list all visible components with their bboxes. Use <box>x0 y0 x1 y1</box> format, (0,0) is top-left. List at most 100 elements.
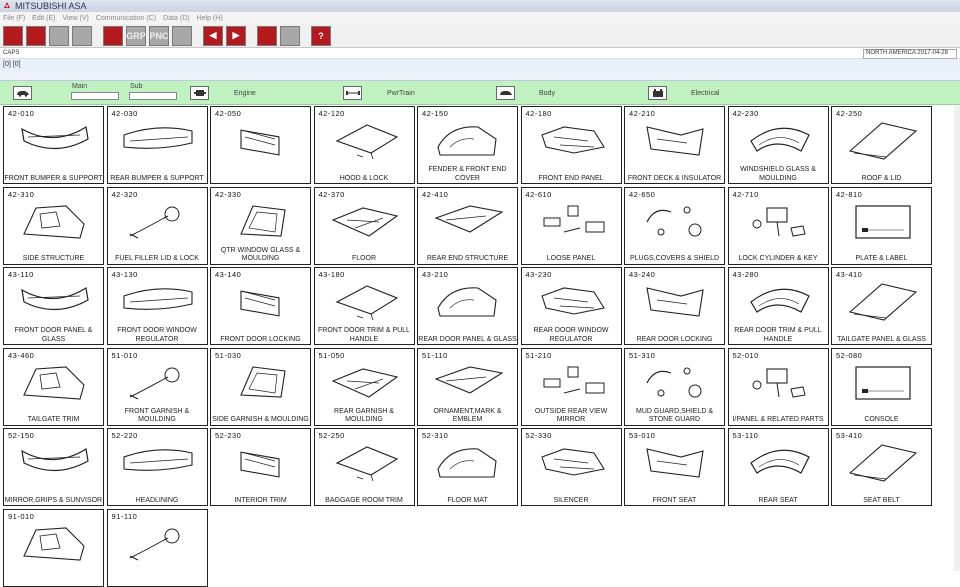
part-tile-43-410[interactable]: 43-410 TAILGATE PANEL & GLASS <box>831 267 932 345</box>
electrical-label[interactable]: Electrical <box>691 90 719 97</box>
drivetrain-icon <box>345 91 360 95</box>
part-tile-42-120[interactable]: 42-120 HOOD & LOCK <box>313 106 415 184</box>
electrical-button[interactable] <box>648 86 667 100</box>
part-illustration <box>646 367 702 397</box>
part-tile-42-310[interactable]: 42-310 SIDE STRUCTURE <box>3 186 104 265</box>
part-tile-91-010[interactable]: 91-010 <box>3 508 104 587</box>
part-label: FRONT GARNISH & MOULDING <box>124 407 190 424</box>
part-tile-42-250[interactable]: 42-250 ROOF & LID <box>831 106 932 184</box>
menu-view[interactable]: View (V) <box>63 15 89 22</box>
part-tile-42-410[interactable]: 42-410 REAR END STRUCTURE <box>417 186 518 265</box>
part-tile-42-810[interactable]: 42-810 PLATE & LABEL <box>831 186 932 265</box>
tool-button[interactable] <box>280 25 300 46</box>
part-tile-53-410[interactable]: 53-410 SEAT BELT <box>831 428 932 506</box>
part-tile-51-010[interactable]: 51-010 FRONT GARNISH & MOULDING <box>106 347 208 426</box>
print-button[interactable] <box>26 25 46 46</box>
caps-indicator: CAPS <box>3 50 20 56</box>
part-tile-51-110[interactable]: 51-110 ORNAMENT,MARK & EMBLEM <box>417 347 518 426</box>
part-illustration <box>540 287 605 315</box>
part-tile-52-250[interactable]: 52-250 BAGGAGE ROOM TRIM <box>313 428 415 506</box>
part-tile-51-050[interactable]: 51-050 REAR GARNISH & MOULDING <box>313 347 415 426</box>
part-illustration <box>129 206 179 238</box>
part-illustration <box>540 448 605 476</box>
part-tile-43-130[interactable]: 43-130 FRONT DOOR WINDOW REGULATOR <box>106 267 208 345</box>
part-tile-43-280[interactable]: 43-280 REAR DOOR TRIM & PULL HANDLE <box>727 267 829 345</box>
part-tile-43-210[interactable]: 43-210 REAR DOOR PANEL & GLASS <box>417 267 518 345</box>
part-tile-52-010[interactable]: 52-010 I/PANEL & RELATED PARTS <box>727 347 829 426</box>
pwrtrain-label[interactable]: PwrTrain <box>387 90 415 97</box>
engine-label[interactable]: Engine <box>234 90 256 97</box>
menu-data[interactable]: Data (D) <box>163 15 189 22</box>
part-tile-52-080[interactable]: 52-080 CONSOLE <box>831 347 932 426</box>
part-label: REAR END STRUCTURE <box>426 255 509 262</box>
part-tile-51-030[interactable]: 51-030 SIDE GARNISH & MOULDING <box>210 347 311 426</box>
part-tile-52-230[interactable]: 52-230 INTERIOR TRIM <box>210 428 311 506</box>
part-tile-91-110[interactable]: 91-110 <box>106 508 208 587</box>
part-tile-43-140[interactable]: 43-140 FRONT DOOR LOCKING <box>210 267 311 345</box>
pwrtrain-button[interactable] <box>343 86 362 100</box>
part-tile-43-110[interactable]: 43-110 FRONT DOOR PANEL & GLASS <box>3 267 104 345</box>
help-button[interactable]: ? <box>311 25 331 46</box>
part-tile-43-230[interactable]: 43-230 REAR DOOR WINDOW REGULATOR <box>520 267 622 345</box>
part-tile-52-150[interactable]: 52-150 MIRROR,GRIPS & SUNVISOR <box>3 428 104 506</box>
part-illustration <box>21 448 89 472</box>
pnc-button[interactable]: PNC <box>149 25 169 46</box>
vehicle-icon-button[interactable] <box>13 86 32 100</box>
grp-button[interactable]: GRP <box>126 25 146 46</box>
part-tile-43-240[interactable]: 43-240 REAR DOOR LOCKING <box>624 267 725 345</box>
copy-button[interactable] <box>49 25 69 46</box>
sub-field[interactable] <box>129 92 177 100</box>
status-row: CAPS NORTH AMERICA 2017-04-28 <box>0 48 960 59</box>
exit-button[interactable] <box>3 25 23 46</box>
part-tile-42-610[interactable]: 42-610 LOOSE PANEL <box>520 186 622 265</box>
part-label: WINDSHIELD GLASS & MOULDING <box>740 166 816 182</box>
part-illustration <box>122 449 193 471</box>
part-tile-51-210[interactable]: 51-210 OUTSIDE REAR VIEW MIRROR <box>520 347 622 426</box>
part-tile-42-010[interactable]: 42-010 FRONT BUMPER & SUPPORT <box>3 106 104 184</box>
part-tile-42-330[interactable]: 42-330 QTR WINDOW GLASS & MOULDING <box>210 186 311 265</box>
part-label: FUEL FILLER LID & LOCK <box>115 255 199 262</box>
part-illustration <box>240 365 286 398</box>
part-tile-42-050[interactable]: 42-050 <box>210 106 311 184</box>
part-tile-51-310[interactable]: 51-310 MUD GUARD,SHIELD & STONE GUARD <box>624 347 725 426</box>
part-tile-42-030[interactable]: 42-030 REAR BUMPER & SUPPORT <box>106 106 208 184</box>
part-illustration <box>749 288 810 313</box>
image-button[interactable] <box>72 25 92 46</box>
part-tile-42-150[interactable]: 42-150 FENDER & FRONT END COVER <box>417 106 518 184</box>
part-tile-42-320[interactable]: 42-320 FUEL FILLER LID & LOCK <box>106 186 208 265</box>
back-button[interactable]: ◀ <box>203 25 223 46</box>
part-illustration <box>21 287 89 311</box>
split-button[interactable] <box>172 25 192 46</box>
part-tile-42-230[interactable]: 42-230 WINDSHIELD GLASS & MOULDING <box>727 106 829 184</box>
part-label: REAR GARNISH & MOULDING <box>334 407 394 424</box>
forward-button[interactable]: ▶ <box>226 25 246 46</box>
part-label: FRONT SEAT <box>652 496 697 504</box>
body-button[interactable] <box>496 86 515 100</box>
battery-icon <box>652 89 663 97</box>
record-button[interactable] <box>103 25 123 46</box>
main-field[interactable] <box>71 92 119 100</box>
engine-button[interactable] <box>190 86 209 100</box>
menu-file[interactable]: File (F) <box>3 15 25 22</box>
menu-communication[interactable]: Communication (C) <box>96 15 156 22</box>
part-tile-52-220[interactable]: 52-220 HEADLINING <box>106 428 208 506</box>
menu-edit[interactable]: Edit (E) <box>32 15 55 22</box>
part-tile-53-010[interactable]: 53-010 FRONT SEAT <box>624 428 725 506</box>
part-tile-53-110[interactable]: 53-110 REAR SEAT <box>727 428 829 506</box>
part-illustration <box>437 287 497 317</box>
part-tile-43-460[interactable]: 43-460 TAILGATE TRIM <box>3 347 104 426</box>
vertical-scrollbar[interactable] <box>954 106 960 571</box>
part-label: REAR DOOR WINDOW REGULATOR <box>533 327 609 343</box>
part-tile-42-370[interactable]: 42-370 FLOOR <box>313 186 415 265</box>
part-tile-42-710[interactable]: 42-710 LOCK CYLINDER & KEY <box>727 186 829 265</box>
part-tile-43-180[interactable]: 43-180 FRONT DOOR TRIM & PULL HANDLE <box>313 267 415 345</box>
part-tile-42-210[interactable]: 42-210 FRONT DECK & INSULATOR <box>624 106 725 184</box>
part-tile-42-650[interactable]: 42-650 PLUGS,COVERS & SHIELD <box>624 186 725 265</box>
part-tile-42-180[interactable]: 42-180 FRONT END PANEL <box>520 106 622 184</box>
body-label[interactable]: Body <box>539 90 555 97</box>
note-button[interactable] <box>257 25 277 46</box>
menu-help[interactable]: Help (H) <box>197 15 223 22</box>
part-label: LOCK CYLINDER & KEY <box>738 255 818 262</box>
part-tile-52-310[interactable]: 52-310 FLOOR MAT <box>417 428 518 506</box>
part-tile-52-330[interactable]: 52-330 SILENCER <box>520 428 622 506</box>
